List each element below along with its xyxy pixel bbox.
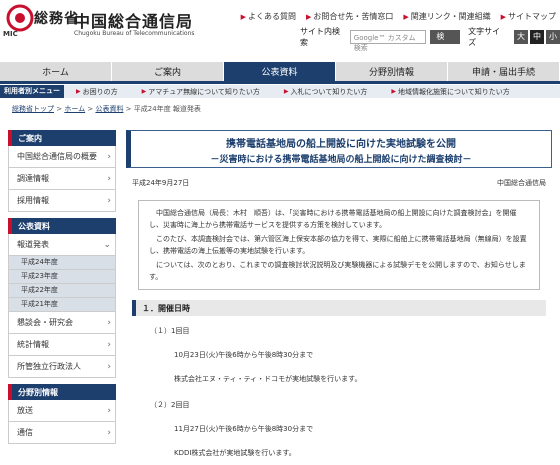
sidebar-section-title: ご案内	[8, 130, 116, 146]
sidebar-item[interactable]: 放送 ›	[8, 400, 116, 422]
section-heading: １．開催日時	[132, 300, 546, 316]
sidebar-item[interactable]: 統計情報 ›	[8, 334, 116, 356]
event-detail: 株式会社エヌ・ティ・ティ・ドコモが実地試験を行います。	[174, 375, 362, 383]
font-size-switcher: 大 中 小	[514, 30, 560, 44]
arrow-right-icon: ▶	[391, 88, 396, 95]
nav-publications[interactable]: 公表資料	[224, 62, 336, 81]
sidebar-section-title: 公表資料	[8, 218, 116, 234]
top-links: ▶ よくある質問 ▶ お問合せ先・苦情窓口 ▶ 関連リンク・関連組織 ▶ サイトマップ	[241, 11, 556, 22]
font-size-large-button[interactable]: 大	[514, 30, 528, 44]
arrow-right-icon: ▶	[76, 88, 81, 95]
sidebar-item[interactable]: 調達情報 ›	[8, 168, 116, 190]
issuer: 中国総合通信局	[497, 179, 546, 187]
nav-fields[interactable]: 分野別情報	[336, 62, 448, 81]
intro-paragraph: 中国総合通信局（局長：木村 順吾）は、「災害時における携帯電話基地局の船上開設に…	[149, 209, 517, 229]
release-date: 平成24年9月27日	[132, 179, 190, 187]
chevron-right-icon: ›	[107, 173, 111, 184]
sidebar-subitem[interactable]: 平成22年度	[8, 284, 116, 298]
event-detail: KDDI株式会社が実地試験を行います。	[174, 449, 296, 457]
intro-paragraph: このたび、本調査検討会では、第六管区海上保安本部の協力を得て、実際に船舶上に携帯…	[149, 235, 527, 255]
nav-guide[interactable]: ご案内	[112, 62, 224, 81]
sidebar: ご案内 中国総合通信局の概要 › 調達情報 › 採用情報 › 公表資料 報道発表 ⌄ 平…	[8, 130, 116, 444]
arrow-right-icon: ▶	[240, 12, 246, 21]
chevron-right-icon: ›	[107, 361, 111, 372]
arrow-right-icon: ▶	[141, 88, 147, 95]
main-nav: ホーム ご案内 公表資料 分野別情報 申請・届出手続	[0, 62, 560, 84]
search-input[interactable]: Google™ カスタム検索	[349, 30, 427, 52]
sidebar-item[interactable]: 報道発表 ⌄	[8, 234, 116, 256]
chevron-right-icon: ›	[107, 151, 111, 162]
faq-link[interactable]: ▶ よくある質問	[241, 11, 296, 22]
article-title: 携帯電話基地局の船上開設に向けた実地試験を公開	[226, 139, 456, 150]
arrow-right-icon: ▶	[500, 12, 506, 21]
chevron-down-icon: ⌄	[103, 239, 111, 250]
bureau-name[interactable]: 中国総合通信局	[74, 8, 193, 32]
user-menu-item[interactable]: ▶ 入札について知りたい方	[272, 87, 379, 97]
article-title-box: 携帯電話基地局の船上開設に向けた実地試験を公開 －災害時における携帯電話基地局の…	[126, 130, 552, 168]
sidebar-subitem[interactable]: 平成21年度	[8, 298, 116, 312]
chevron-right-icon: ›	[107, 405, 111, 416]
font-size-medium-button[interactable]: 中	[530, 30, 544, 44]
breadcrumb-link[interactable]: 総務省トップ	[12, 105, 54, 113]
bureau-english-name: Chugoku Bureau of Telecommunications	[74, 30, 195, 37]
user-menu-item[interactable]: ▶ お困りの方	[64, 87, 130, 97]
breadcrumb: 総務省トップ > ホーム > 公表資料 > 平成24年度 報道発表	[12, 105, 201, 113]
subsection-heading: （２）2回目	[150, 401, 190, 409]
sidebar-item[interactable]: 所管独立行政法人 ›	[8, 356, 116, 378]
user-menu-item[interactable]: ▶ 地域情報化施策について知りたい方	[379, 87, 521, 97]
sidebar-section-title: 分野別情報	[8, 384, 116, 400]
sidebar-subitem[interactable]: 平成24年度	[8, 256, 116, 270]
chevron-right-icon: ›	[107, 317, 111, 328]
chevron-right-icon: ›	[107, 427, 111, 438]
event-date: 11月27日(火)午後6時から午後8時30分まで	[174, 425, 314, 433]
font-size-label: 文字サイズ	[468, 27, 501, 47]
sitemap-link[interactable]: ▶ サイトマップ	[501, 11, 556, 22]
subsection-heading: （１）1回目	[150, 327, 190, 335]
ministry-name[interactable]: 総務省	[34, 8, 79, 28]
search-button[interactable]: 検 索	[430, 30, 461, 55]
sidebar-item[interactable]: 通信 ›	[8, 422, 116, 444]
nav-home[interactable]: ホーム	[0, 62, 112, 81]
arrow-right-icon: ▶	[283, 88, 289, 95]
font-size-small-button[interactable]: 小	[546, 30, 560, 44]
intro-box: 中国総合通信局（局長：木村 順吾）は、「災害時における携帯電話基地局の船上開設に…	[138, 200, 540, 290]
contact-link[interactable]: ▶ お問合せ先・苦情窓口	[306, 11, 393, 22]
search-label: サイト内検索	[300, 27, 340, 47]
mic-logo-icon[interactable]	[6, 4, 34, 32]
user-menu-item[interactable]: ▶ アマチュア無線について知りたい方	[130, 87, 272, 97]
chevron-right-icon: ›	[107, 339, 111, 350]
related-links-link[interactable]: ▶ 関連リンク・関連組織	[403, 11, 490, 22]
breadcrumb-link[interactable]: ホーム	[64, 105, 85, 113]
event-date: 10月23日(火)午後6時から午後8時30分まで	[174, 351, 314, 359]
site-header: MIC 総務省 中国総合通信局 Chugoku Bureau of Teleco…	[0, 0, 560, 56]
search-row: サイト内検索 Google™ カスタム検索 検 索 文字サイズ 大 中 小	[300, 26, 560, 55]
chevron-right-icon: ›	[107, 195, 111, 206]
sidebar-item[interactable]: 採用情報 ›	[8, 190, 116, 212]
sidebar-item[interactable]: 中国総合通信局の概要 ›	[8, 146, 116, 168]
main-content: 携帯電話基地局の船上開設に向けた実地試験を公開 －災害時における携帯電話基地局の…	[126, 130, 552, 458]
user-menu-bar: 利用者別メニュー ▶ お困りの方 ▶ アマチュア無線について知りたい方 ▶ 入札につい…	[0, 85, 560, 98]
user-menu-label: 利用者別メニュー	[0, 85, 64, 98]
article-subtitle: －災害時における携帯電話基地局の船上開設に向けた調査検討－	[210, 155, 472, 165]
arrow-right-icon: ▶	[403, 12, 409, 21]
sidebar-item[interactable]: 懇談会・研究会 ›	[8, 312, 116, 334]
breadcrumb-current: 平成24年度 報道発表	[133, 105, 201, 113]
date-row: 平成24年9月27日 中国総合通信局	[126, 178, 552, 188]
arrow-right-icon: ▶	[305, 12, 312, 21]
intro-paragraph: については、次のとおり、これまでの調査検討状況説明及び実験機器による試験デモを公…	[149, 261, 526, 281]
nav-applications[interactable]: 申請・届出手続	[448, 62, 560, 81]
sidebar-subitem[interactable]: 平成23年度	[8, 270, 116, 284]
breadcrumb-link[interactable]: 公表資料	[95, 105, 123, 113]
mic-label: MIC	[3, 30, 18, 38]
